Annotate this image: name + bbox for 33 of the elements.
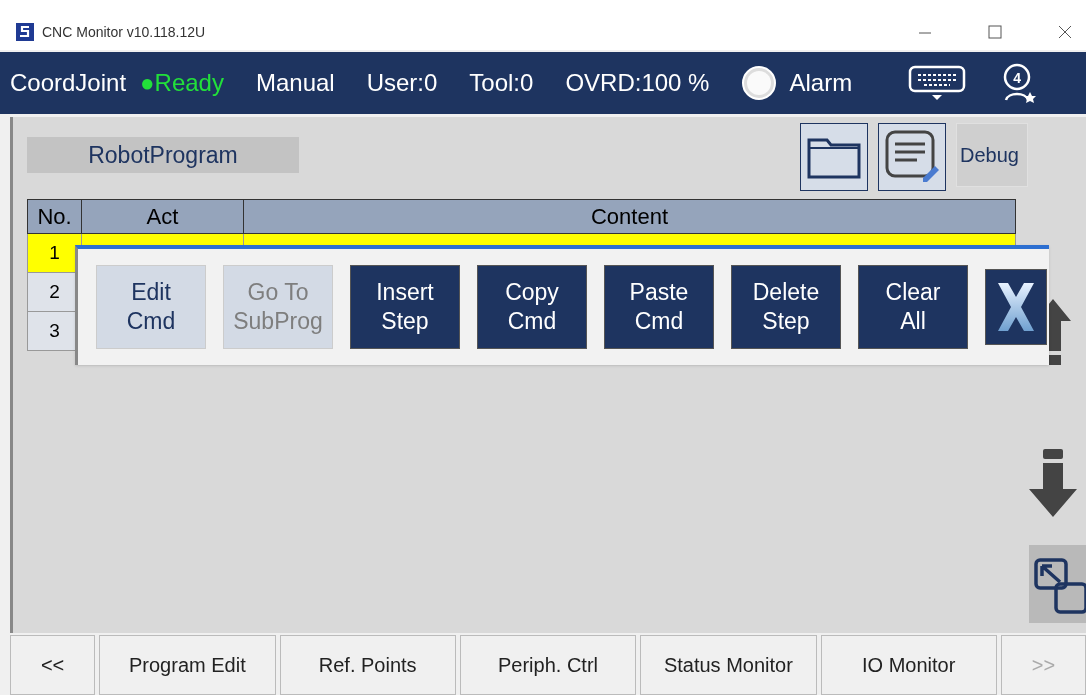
command-button[interactable]: Clear All xyxy=(858,265,968,349)
nav-tab[interactable]: IO Monitor xyxy=(820,635,997,695)
open-folder-button[interactable] xyxy=(800,123,868,191)
command-button[interactable]: Edit Cmd xyxy=(96,265,206,349)
close-button[interactable] xyxy=(985,269,1047,345)
status-text: CoordJoint xyxy=(10,68,127,98)
status-text: ●Ready xyxy=(140,68,224,98)
command-button[interactable]: Paste Cmd xyxy=(604,265,714,349)
status-text: Tool:0 xyxy=(469,68,534,98)
nav-tab[interactable]: Periph. Ctrl xyxy=(459,635,637,695)
nav-tab[interactable]: Ref. Points xyxy=(279,635,456,695)
status-text: Manual xyxy=(255,68,335,98)
command-button[interactable]: Delete Step xyxy=(731,265,841,349)
debug-button[interactable]: Debug xyxy=(956,123,1028,187)
alarm-lamp-icon xyxy=(741,65,778,101)
edit-document-button[interactable] xyxy=(878,123,946,191)
column-header: Content xyxy=(243,199,1016,234)
command-button[interactable]: Insert Step xyxy=(350,265,460,349)
keyboard-icon[interactable] xyxy=(908,63,967,103)
command-button[interactable]: Copy Cmd xyxy=(477,265,587,349)
column-header: No. xyxy=(27,199,82,234)
nav-tab[interactable]: Status Monitor xyxy=(640,635,817,695)
resize-button[interactable] xyxy=(1029,545,1086,623)
status-text: Alarm xyxy=(789,68,853,98)
close-icon[interactable] xyxy=(1058,25,1072,39)
program-title: RobotProgram xyxy=(27,137,299,173)
nav-tab[interactable]: << xyxy=(10,635,96,695)
status-text: OVRD:100 % xyxy=(565,68,710,98)
column-header: Act xyxy=(81,199,244,234)
window-title: CNC Monitor v10.118.12U xyxy=(42,22,207,42)
status-text: User:0 xyxy=(366,68,438,98)
nav-tab[interactable]: Program Edit xyxy=(99,635,276,695)
app-logo-icon xyxy=(16,23,34,41)
